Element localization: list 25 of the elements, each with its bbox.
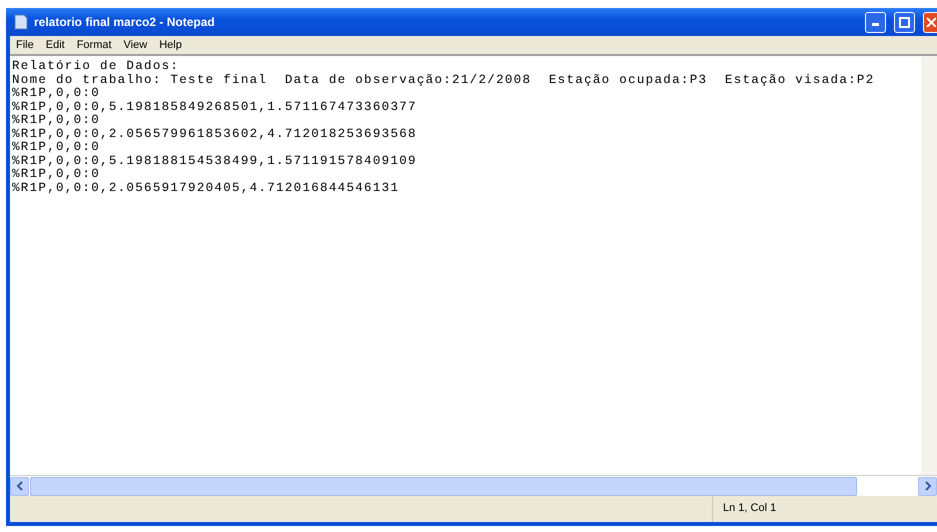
menu-item[interactable]: Edit	[46, 39, 65, 51]
menu-item[interactable]: View	[124, 39, 148, 51]
maximize-button[interactable]	[894, 12, 915, 32]
text-line: %R1P,0,0:0	[12, 168, 102, 182]
text-line: %R1P,0,0:0,5.198188154538499,1.571191578409109	[12, 154, 418, 168]
menu-item[interactable]: Help	[159, 39, 182, 51]
text-line: %R1P,0,0:0	[12, 87, 102, 100]
close-button[interactable]	[923, 12, 937, 32]
text-line: %R1P,0,0:0,5.198185849268501,1.571167473360377	[12, 100, 418, 114]
cursor-position: Ln 1, Col 1	[723, 502, 776, 514]
maximize-icon	[899, 16, 910, 28]
minimize-button[interactable]	[865, 12, 886, 32]
notepad-icon	[14, 14, 28, 30]
menu-item[interactable]: File	[16, 39, 34, 51]
text-area[interactable]	[10, 54, 937, 475]
text-line: %R1P,0,0:0,2.0565917920405,4.712016844546131	[12, 182, 400, 195]
text-line: %R1P,0,0:0,2.056579961853602,4.712018253693568	[12, 128, 418, 141]
text-line: Relatório de Dados:	[12, 60, 180, 74]
menu-item[interactable]: Format	[76, 39, 112, 51]
text-line: %R1P,0,0:0	[12, 141, 102, 154]
text-line: Nome do trabalho: Teste final Data de observação:21/2/2008 Estação ocupada:P3 Estação visada:P2	[12, 74, 876, 87]
text-line: %R1P,0,0:0	[12, 114, 102, 128]
window-title: relatorio final marco2 - Notepad	[34, 15, 216, 29]
close-icon	[926, 17, 936, 27]
scroll-thumb[interactable]	[30, 476, 857, 496]
